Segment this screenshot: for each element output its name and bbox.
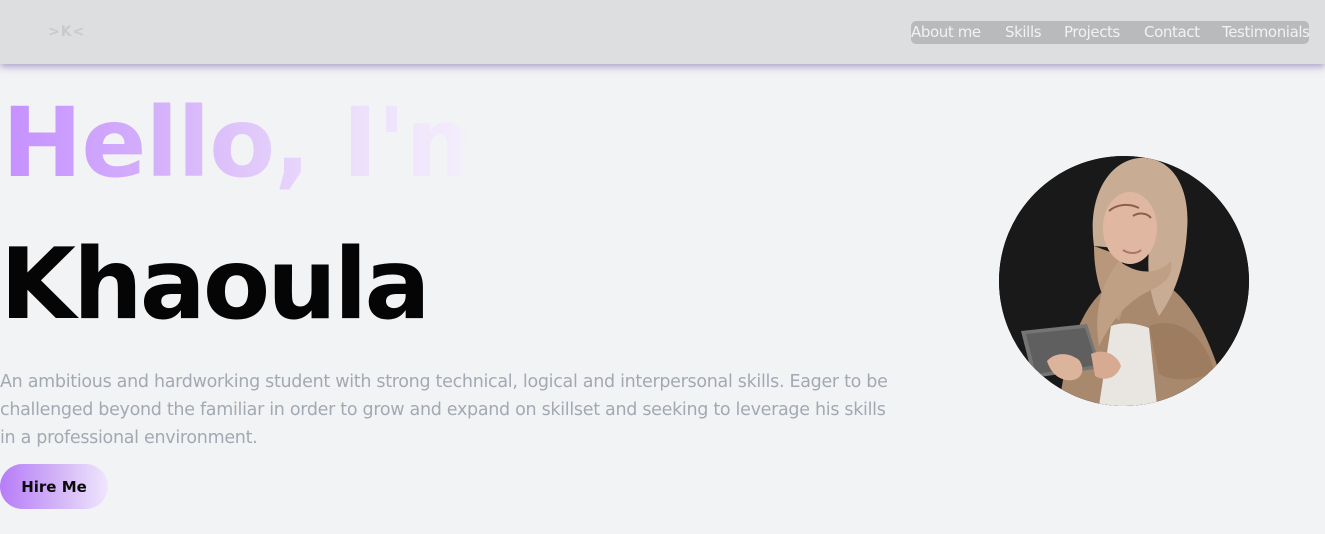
profile-avatar (999, 156, 1249, 406)
nav-contact[interactable]: Contact (1144, 23, 1200, 41)
hire-me-button[interactable]: Hire Me (0, 464, 108, 509)
nav-skills[interactable]: Skills (1005, 23, 1042, 41)
hero-bio: An ambitious and hardworking student wit… (0, 372, 888, 448)
top-header: >K< About me Skills Projects Contact Tes… (0, 0, 1325, 64)
portfolio-page: >K< About me Skills Projects Contact Tes… (0, 0, 1325, 534)
nav-projects[interactable]: Projects (1064, 23, 1120, 41)
profile-photo (999, 156, 1249, 406)
hero-greeting: Hello, I'm (2, 87, 505, 199)
site-logo[interactable]: >K< (48, 24, 85, 40)
hero-name: Khaoula (0, 228, 431, 342)
nav-about-me[interactable]: About me (911, 23, 981, 41)
main-nav: About me Skills Projects Contact Testimo… (911, 21, 1310, 44)
nav-testimonials[interactable]: Testimonials (1222, 23, 1310, 41)
